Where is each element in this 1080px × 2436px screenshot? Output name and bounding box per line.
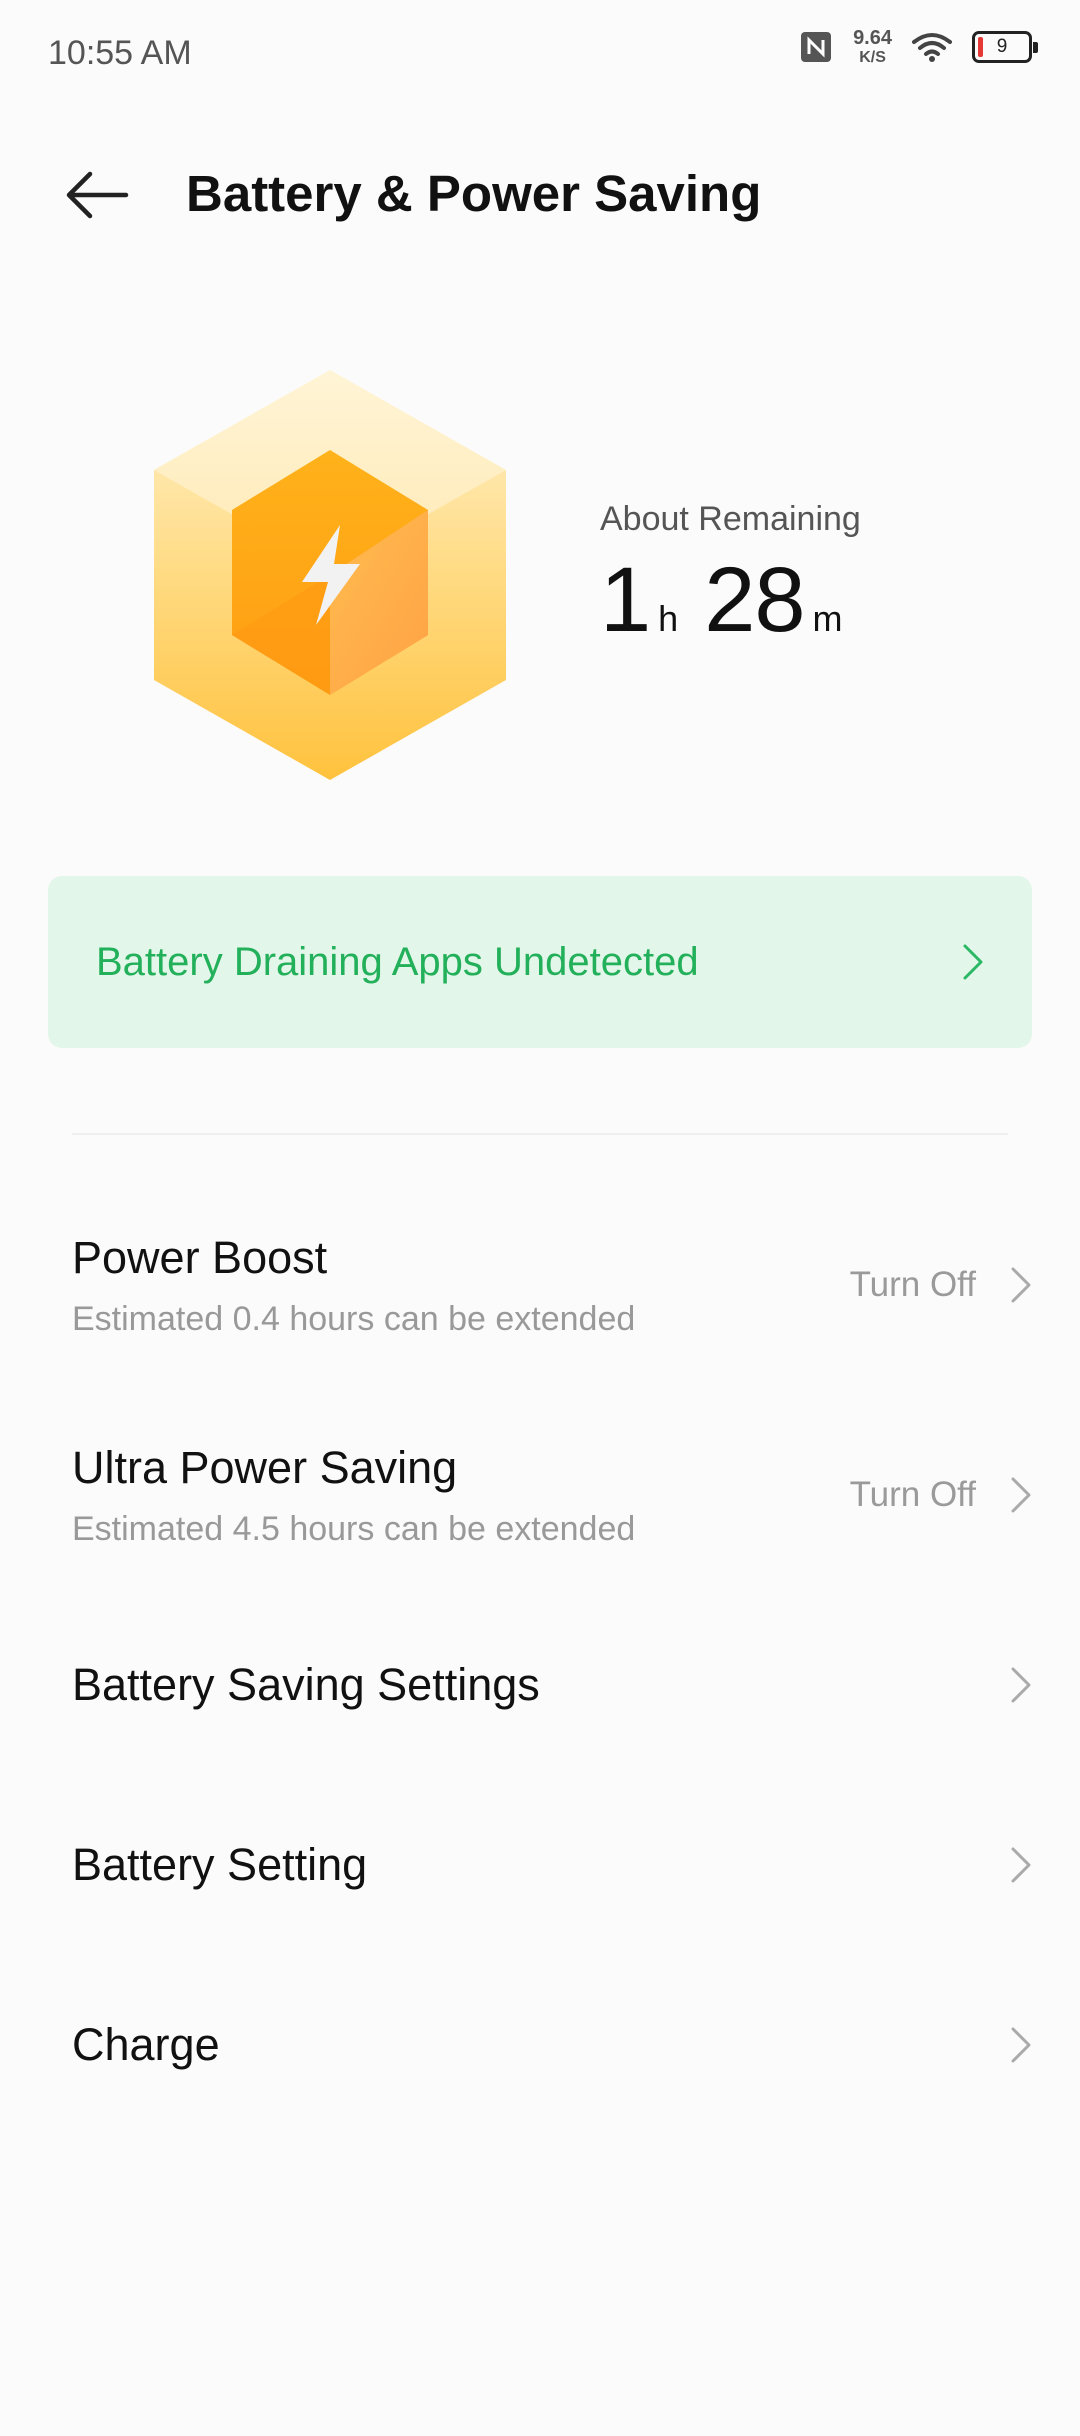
battery-saving-settings-title: Battery Saving Settings: [72, 1659, 540, 1710]
network-speed-unit: K/S: [859, 49, 886, 66]
charge-title: Charge: [72, 2019, 220, 2070]
page-title: Battery & Power Saving: [186, 165, 762, 222]
chevron-right-icon: [1011, 1477, 1031, 1513]
battery-icon: 9: [972, 31, 1038, 63]
chevron-right-icon: [963, 944, 983, 980]
power-boost-subtitle: Estimated 0.4 hours can be extended: [72, 1299, 636, 1338]
remaining-hours-unit: h: [658, 598, 679, 639]
power-boost-item[interactable]: Power Boost Estimated 0.4 hours can be e…: [0, 1215, 1080, 1355]
battery-setting-item[interactable]: Battery Setting: [0, 1815, 1080, 1915]
ultra-power-saving-item[interactable]: Ultra Power Saving Estimated 4.5 hours c…: [0, 1425, 1080, 1565]
chevron-right-icon: [1011, 1267, 1031, 1303]
wifi-icon: [912, 33, 952, 62]
remaining-label: About Remaining: [600, 500, 861, 538]
power-boost-status: Turn Off: [849, 1265, 976, 1304]
chevron-right-icon: [1011, 1667, 1031, 1703]
remaining-minutes-unit: m: [812, 598, 843, 639]
network-speed: 9.64 K/S: [853, 28, 892, 66]
arrow-left-icon: [66, 171, 129, 219]
battery-hexagon-bolt-icon: [154, 370, 506, 780]
remaining-minutes: 28: [704, 549, 805, 651]
ultra-power-saving-title: Ultra Power Saving: [72, 1441, 458, 1493]
battery-draining-apps-label: Battery Draining Apps Undetected: [96, 939, 699, 984]
power-boost-title: Power Boost: [72, 1231, 328, 1283]
status-bar: 10:55 AM 9.64 K/S 9: [0, 0, 1080, 110]
charge-item[interactable]: Charge: [0, 1995, 1080, 2095]
battery-saving-settings-item[interactable]: Battery Saving Settings: [0, 1635, 1080, 1735]
battery-draining-apps-card[interactable]: Battery Draining Apps Undetected: [48, 876, 1032, 1048]
ultra-power-saving-status: Turn Off: [849, 1475, 976, 1514]
chevron-right-icon: [1011, 2027, 1031, 2063]
nfc-icon: [801, 32, 832, 62]
app-header: Battery & Power Saving: [0, 140, 1080, 250]
divider: [72, 1133, 1008, 1135]
chevron-right-icon: [1011, 1847, 1031, 1883]
remaining-time: 1 h 28 m: [600, 548, 869, 653]
network-speed-value: 9.64: [853, 27, 892, 49]
remaining-hours: 1: [600, 549, 651, 651]
battery-setting-title: Battery Setting: [72, 1839, 368, 1890]
back-button[interactable]: [62, 160, 132, 230]
ultra-power-saving-subtitle: Estimated 4.5 hours can be extended: [72, 1509, 636, 1548]
status-time: 10:55 AM: [48, 34, 192, 72]
battery-level-text: 9: [996, 36, 1008, 57]
status-icons: 9.64 K/S 9: [799, 28, 1038, 66]
